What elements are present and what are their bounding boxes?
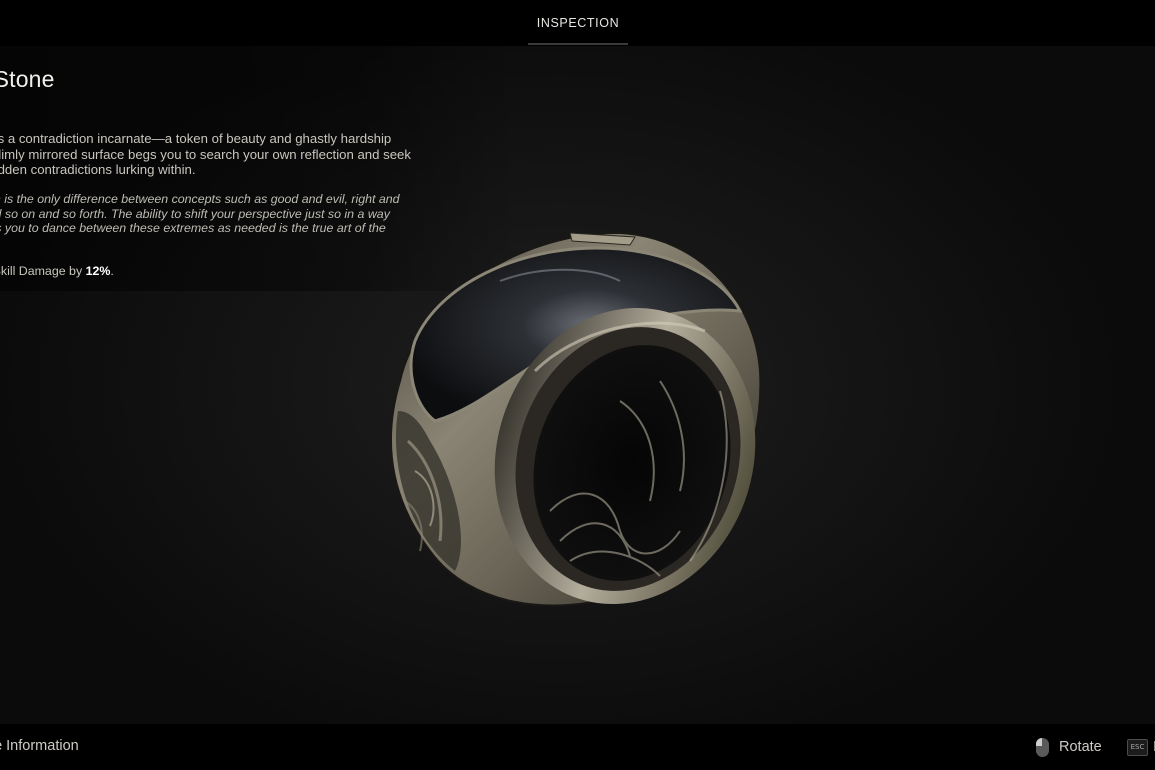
- escape-control[interactable]: ESC I: [1127, 736, 1155, 758]
- tab-inspection[interactable]: INSPECTION: [528, 0, 628, 46]
- quote-line: g, and so on and so forth. The ability t…: [0, 206, 390, 221]
- description-line: he hidden contradictions lurking within.: [0, 162, 196, 177]
- item-info-panel: aed Stone g ring is a contradiction inca…: [0, 46, 490, 286]
- quote-line: eption is the only difference between co…: [0, 192, 400, 206]
- rotate-label: Rotate: [1059, 739, 1102, 755]
- description-line: ring is a contradiction incarnate—a toke…: [0, 131, 392, 146]
- rotate-control[interactable]: Rotate: [1036, 736, 1102, 758]
- mouse-icon: [1036, 737, 1049, 757]
- effect-value: 12%: [85, 264, 111, 278]
- description-line: . Its dimly mirrored surface begs you to…: [0, 146, 411, 162]
- esc-key-icon: ESC: [1127, 738, 1148, 756]
- item-effect: ases Skill Damage by 12%.: [0, 264, 114, 278]
- effect-text: ases Skill Damage by: [0, 264, 83, 278]
- tab-active-indicator: [528, 43, 628, 45]
- effect-suffix: .: [110, 264, 114, 278]
- item-description: ring is a contradiction incarnate—a toke…: [0, 131, 474, 178]
- bottom-bar: de Information Rotate ESC I: [0, 724, 1155, 770]
- item-name: aed Stone: [0, 66, 55, 92]
- hide-information-button[interactable]: de Information: [0, 738, 79, 754]
- quote-line: allows you to dance between these extrem…: [0, 221, 386, 236]
- top-bar: INSPECTION: [0, 0, 1155, 46]
- item-lore-quote: eption is the only difference between co…: [0, 192, 472, 236]
- inspection-screen: INSPECTION Stone ring is a contradiction…: [0, 0, 1155, 770]
